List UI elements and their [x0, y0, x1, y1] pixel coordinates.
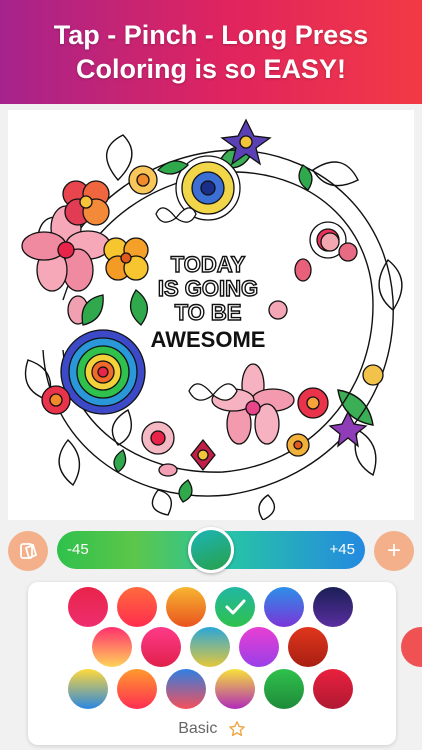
palette-name-row: Basic: [28, 720, 396, 738]
palette-picker-button[interactable]: [8, 531, 48, 571]
color-palette-panel: Basic: [28, 582, 396, 745]
color-swatch[interactable]: [68, 669, 108, 709]
hue-slider-row: -45 +45 +: [0, 525, 422, 577]
coloring-canvas[interactable]: TODAY IS GOING TO BE AWESOME: [8, 110, 414, 520]
plus-icon: +: [386, 537, 401, 564]
color-swatch[interactable]: [264, 669, 304, 709]
promo-banner: Tap - Pinch - Long Press Coloring is so …: [0, 0, 422, 104]
color-swatch[interactable]: [92, 627, 132, 667]
artwork-text-line-3: TO BE: [175, 300, 242, 325]
add-button[interactable]: +: [374, 531, 414, 571]
artwork-text-line-2: IS GOING: [158, 276, 258, 301]
slider-max-label: +45: [329, 541, 355, 558]
color-swatch[interactable]: [166, 669, 206, 709]
color-swatch[interactable]: [288, 627, 328, 667]
color-swatch[interactable]: [313, 669, 353, 709]
slider-handle[interactable]: [188, 527, 234, 573]
hue-shift-slider[interactable]: -45 +45: [57, 527, 365, 573]
color-swatch[interactable]: [117, 587, 157, 627]
coloring-artwork[interactable]: TODAY IS GOING TO BE AWESOME: [8, 110, 414, 520]
color-swatch[interactable]: [215, 669, 255, 709]
color-swatch[interactable]: [190, 627, 230, 667]
banner-line-2: Coloring is so EASY!: [75, 54, 347, 84]
side-palette-tab[interactable]: [401, 627, 422, 667]
color-swatch[interactable]: [166, 587, 206, 627]
color-swatch[interactable]: [313, 587, 353, 627]
palette-card-icon: [20, 543, 38, 560]
banner-line-1: Tap - Pinch - Long Press: [53, 20, 369, 50]
palette-name-label: Basic: [178, 720, 218, 737]
star-outline-icon[interactable]: [228, 720, 246, 738]
color-swatch[interactable]: [141, 627, 181, 667]
color-swatch[interactable]: [264, 587, 304, 627]
checkmark-icon: [225, 599, 246, 615]
color-swatch[interactable]: [215, 587, 255, 627]
color-swatch[interactable]: [117, 669, 157, 709]
slider-min-label: -45: [67, 541, 89, 558]
artwork-text-line-1: TODAY: [171, 252, 246, 277]
color-swatch[interactable]: [68, 587, 108, 627]
artwork-text-line-4: AWESOME: [151, 327, 266, 352]
color-swatch[interactable]: [239, 627, 279, 667]
